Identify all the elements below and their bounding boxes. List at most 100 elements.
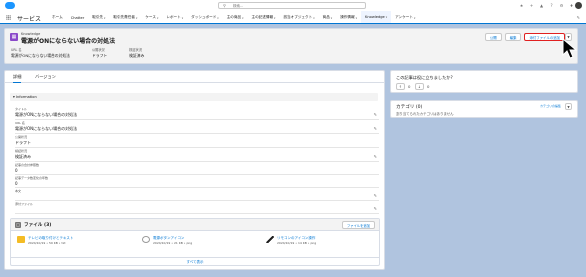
file-icon: □ bbox=[15, 222, 21, 228]
nav-tab[interactable]: Knowledge ▾ bbox=[360, 11, 392, 24]
thumbs-up-count: 0 bbox=[408, 84, 411, 89]
chevron-down-icon[interactable]: ▾ bbox=[136, 16, 137, 20]
search-icon: ⚲ bbox=[223, 3, 226, 8]
field-label: 公開状況 bbox=[15, 135, 28, 139]
edit-pencil-icon[interactable]: ✎ bbox=[374, 112, 377, 117]
nav-tab-label: 主の商品 bbox=[226, 15, 242, 19]
nav-tab-label: 主の記述情報 bbox=[251, 15, 274, 19]
chevron-down-icon[interactable]: ▾ bbox=[274, 16, 275, 20]
field-total-views: 記事の合計参照数 0 bbox=[15, 163, 379, 175]
highlight-field-label: 公開状況 bbox=[91, 48, 105, 52]
app-launcher-icon[interactable] bbox=[6, 15, 11, 20]
setup-gear-icon[interactable]: ⚙ bbox=[559, 3, 564, 8]
edit-nav-pencil-icon[interactable]: ✎ bbox=[577, 15, 580, 20]
chevron-down-icon[interactable]: ▾ bbox=[386, 15, 387, 19]
chevron-down-icon[interactable]: ▾ bbox=[217, 16, 218, 20]
file-meta: 2024/10/19 • 21 KB • png bbox=[153, 241, 193, 245]
nav-tab[interactable]: Chatter bbox=[67, 11, 89, 24]
highlight-fields: URL 名 電源がONにならない場合の対処法 公開状況 ドラフト 検証状況 検証… bbox=[11, 47, 144, 59]
nav-tab[interactable]: 操作情報 ▾ bbox=[336, 11, 361, 24]
file-item[interactable]: 電源ボタンアイコン 2024/10/19 • 21 KB • png bbox=[142, 235, 252, 249]
document-thumbnail-icon bbox=[17, 236, 25, 243]
chevron-down-icon[interactable]: ▾ bbox=[414, 16, 415, 20]
nav-tab[interactable]: 該当オブジェクト ▾ bbox=[279, 11, 318, 24]
nav-tab-label: ダッシュボード bbox=[191, 15, 217, 19]
cloud-logo-icon[interactable] bbox=[5, 2, 15, 9]
edit-pencil-icon[interactable]: ✎ bbox=[374, 206, 377, 211]
edit-pencil-icon[interactable]: ✎ bbox=[374, 126, 377, 131]
power-button-thumbnail-icon bbox=[142, 236, 150, 243]
field-publish-status: 公開状況 ドラフト bbox=[15, 135, 379, 148]
field-view-stat: 記事データ数変化の年数 0 bbox=[15, 176, 379, 188]
chevron-down-icon[interactable]: ▾ bbox=[182, 16, 183, 20]
chevron-down-icon[interactable]: ▾ bbox=[104, 16, 105, 20]
edit-pencil-icon[interactable]: ✎ bbox=[374, 193, 377, 198]
record-header: ▦ Knowledge 電源がONにならない場合の対処法 URL 名 電源がON… bbox=[4, 28, 578, 64]
file-item[interactable]: リモコンのアイコン操作 2024/10/19 • 14 KB • png bbox=[266, 235, 376, 249]
field-value: 0 bbox=[15, 168, 18, 173]
help-icon[interactable]: ? bbox=[549, 3, 554, 8]
nav-tab[interactable]: アンケート ▾ bbox=[391, 11, 419, 24]
remote-thumbnail-icon bbox=[266, 236, 274, 243]
field-attachment: 添付ファイル ✎ bbox=[15, 202, 379, 214]
tab-details[interactable]: 詳細 bbox=[13, 74, 22, 83]
nav-tab-label: 操作情報 bbox=[340, 15, 355, 19]
field-label: 添付ファイル bbox=[15, 202, 34, 206]
nav-tab[interactable]: 商品 ▾ bbox=[319, 11, 337, 24]
files-related-list: □ ファイル (3) ファイルを追加 テレビの取り付けとテキスト 2024/10… bbox=[10, 218, 380, 266]
section-title: Information bbox=[15, 95, 37, 99]
nav-tab[interactable]: 取引先責任者 ▾ bbox=[109, 11, 141, 24]
nav-tab-label: ケース bbox=[145, 15, 156, 19]
field-value: 検証済み bbox=[15, 154, 31, 159]
user-avatar[interactable] bbox=[575, 2, 582, 9]
section-information[interactable]: ▾ Information bbox=[10, 93, 378, 101]
trailhead-icon[interactable]: ▲ bbox=[539, 3, 544, 8]
nav-tab[interactable]: 主の商品 ▾ bbox=[223, 11, 248, 24]
field-label: 本文 bbox=[15, 189, 22, 193]
highlight-field-value: 電源がONにならない場合の対処法 bbox=[11, 53, 70, 58]
nav-tab[interactable]: レポート ▾ bbox=[162, 11, 187, 24]
file-meta: 2024/10/19 • 59 KB • txt bbox=[28, 241, 66, 245]
edit-button[interactable]: 編集 bbox=[504, 33, 522, 41]
thumbs-down-count: 0 bbox=[427, 84, 430, 89]
chevron-down-icon[interactable]: ▾ bbox=[242, 16, 243, 20]
global-actions: ★ + ▲ ? ⚙ ♦ bbox=[519, 3, 574, 8]
notifications-bell-icon[interactable]: ♦ bbox=[569, 3, 574, 8]
nav-tab[interactable]: ケース ▾ bbox=[141, 11, 162, 24]
nav-tab[interactable]: 取引先 ▾ bbox=[88, 11, 109, 24]
nav-tab[interactable]: ダッシュボード ▾ bbox=[187, 11, 223, 24]
categories-chevron-down-icon[interactable]: ▼ bbox=[565, 103, 572, 110]
chevron-down-icon[interactable]: ▾ bbox=[313, 16, 314, 20]
app-navigation-bar: サービス ホーム Chatter 取引先 ▾ 取引先責任者 ▾ ケース ▾ レポート ▾ ダッシュボ… bbox=[0, 11, 586, 24]
nav-tab-label: Knowledge bbox=[364, 15, 385, 19]
add-attachment-button[interactable]: 添付ファイルの追加 bbox=[524, 33, 565, 41]
chevron-down-icon[interactable]: ▾ bbox=[356, 16, 357, 20]
field-label: URL 名 bbox=[15, 121, 25, 125]
highlight-field-value: 検証済み bbox=[129, 53, 145, 58]
add-icon[interactable]: + bbox=[529, 3, 534, 8]
view-all-link[interactable]: すべて表示 bbox=[11, 257, 379, 265]
publish-button[interactable]: 公開 bbox=[484, 33, 502, 41]
nav-tab-label: 該当オブジェクト bbox=[283, 15, 313, 19]
edit-categories-link[interactable]: カテゴリの編集 bbox=[540, 104, 561, 108]
add-files-button[interactable]: ファイルを追加 bbox=[341, 221, 375, 229]
highlight-field: 検証状況 検証済み bbox=[129, 47, 144, 59]
favorites-icon[interactable]: ★ bbox=[519, 3, 524, 8]
nav-tab[interactable]: ホーム bbox=[48, 11, 67, 24]
record-title: 電源がONにならない場合の対処法 bbox=[21, 38, 116, 45]
chevron-down-icon[interactable]: ▾ bbox=[331, 16, 332, 20]
field-value: 電源がONにならない場合の対処法 bbox=[15, 126, 78, 131]
global-search-input[interactable]: ⚲ 検索... bbox=[218, 2, 366, 9]
highlight-field-label: URL 名 bbox=[11, 48, 22, 52]
file-item[interactable]: テレビの取り付けとテキスト 2024/10/19 • 59 KB • txt bbox=[17, 235, 127, 249]
nav-tabs: ホーム Chatter 取引先 ▾ 取引先責任者 ▾ ケース ▾ レポート ▾ ダッシュボード ▾ 主の… bbox=[48, 11, 419, 24]
thumbs-down-button[interactable]: ↓ bbox=[415, 83, 424, 90]
edit-pencil-icon[interactable]: ✎ bbox=[374, 154, 377, 159]
nav-tab[interactable]: 主の記述情報 ▾ bbox=[247, 11, 279, 24]
chevron-down-icon[interactable]: ▾ bbox=[157, 16, 158, 20]
tab-versions[interactable]: バージョン bbox=[35, 74, 56, 80]
field-value: 0 bbox=[15, 181, 18, 186]
thumbs-up-button[interactable]: ↑ bbox=[396, 83, 405, 90]
categories-empty-text: 割り当てられたカテゴリはありません bbox=[396, 112, 454, 116]
nav-tab-label: 取引先責任者 bbox=[113, 15, 135, 19]
